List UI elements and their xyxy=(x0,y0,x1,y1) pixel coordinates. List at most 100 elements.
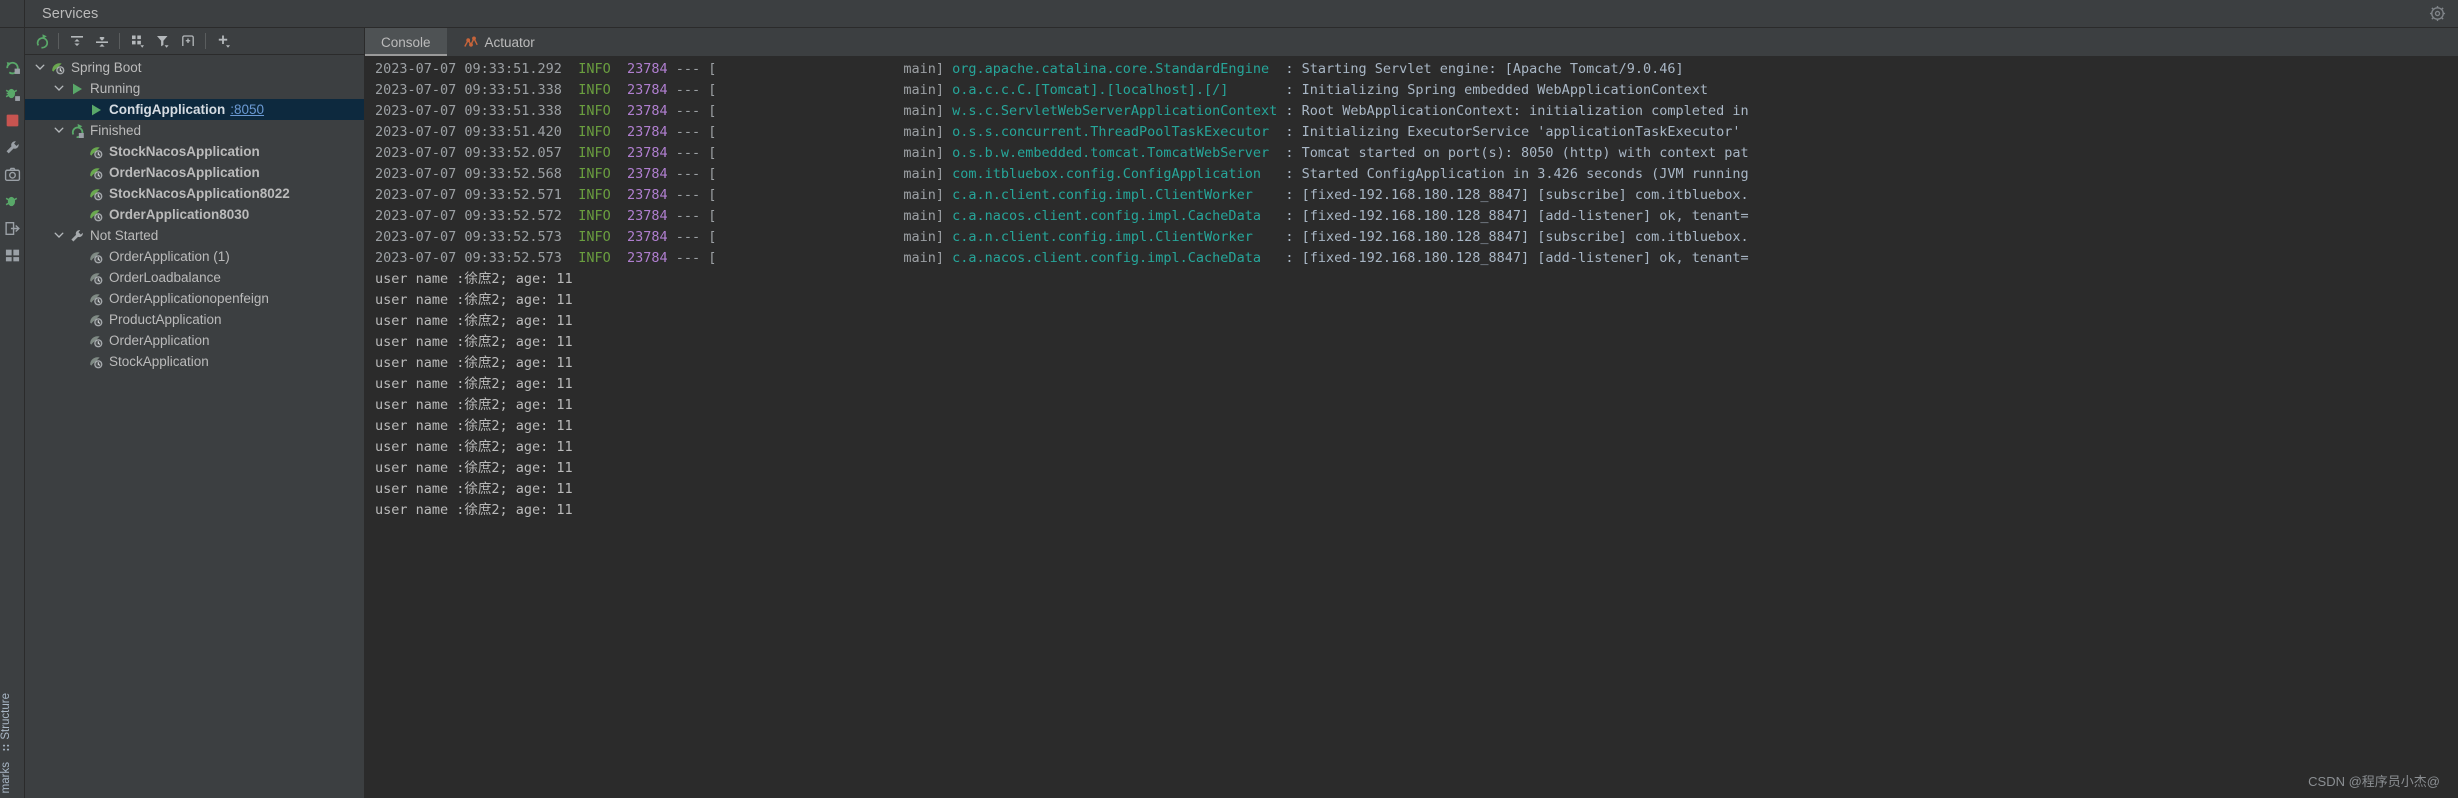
log-logger: w.s.c.ServletWebServerApplicationContext xyxy=(952,103,1286,119)
add-icon[interactable] xyxy=(211,29,236,53)
log-thread: main] xyxy=(716,61,953,77)
log-separator: --- [ xyxy=(675,103,717,119)
log-separator: --- [ xyxy=(675,229,717,245)
tab-actuator[interactable]: Actuator xyxy=(447,28,551,56)
log-plain-text: user name :徐庶2; age: 11 xyxy=(375,292,573,308)
toolbar-separator xyxy=(58,33,59,49)
structure-tool-button[interactable]: Structure xyxy=(0,688,12,757)
console-log-view[interactable]: 2023-07-07 09:33:51.292 INFO 23784 --- [… xyxy=(365,57,2458,798)
tree-row[interactable]: Spring Boot xyxy=(25,57,364,78)
log-timestamp: 2023-07-07 09:33:52.568 xyxy=(375,166,579,182)
tree-row-label: ProductApplication xyxy=(109,311,222,327)
log-separator: --- [ xyxy=(675,208,717,224)
filter-icon[interactable] xyxy=(150,29,175,53)
expand-all-icon[interactable] xyxy=(64,29,89,53)
spring-boot-grey-icon xyxy=(88,249,104,265)
log-timestamp: 2023-07-07 09:33:51.420 xyxy=(375,124,579,140)
spring-boot-icon xyxy=(88,186,104,202)
toolbar-separator-2 xyxy=(119,33,120,49)
bookmarks-label: marks xyxy=(0,761,12,793)
log-logger: org.apache.catalina.core.StandardEngine xyxy=(952,61,1286,77)
log-level: INFO xyxy=(578,229,619,245)
tree-row[interactable]: Finished xyxy=(25,120,364,141)
log-line: 2023-07-07 09:33:51.292 INFO 23784 --- [… xyxy=(365,59,2458,80)
run-rerun-icon[interactable] xyxy=(4,58,21,75)
tree-row[interactable]: StockApplication xyxy=(25,351,364,372)
export-icon[interactable] xyxy=(4,220,21,237)
actuator-chart-icon xyxy=(463,35,478,50)
log-pid: 23784 xyxy=(618,124,676,140)
bookmarks-tool-button[interactable]: marks xyxy=(0,757,12,798)
tree-row-label: OrderNacosApplication xyxy=(109,164,260,180)
log-line: user name :徐庶2; age: 11 xyxy=(365,269,2458,290)
stop-icon[interactable] xyxy=(4,112,21,129)
tree-row[interactable]: OrderApplication xyxy=(25,330,364,351)
tree-row[interactable]: OrderNacosApplication xyxy=(25,162,364,183)
log-line: 2023-07-07 09:33:51.420 INFO 23784 --- [… xyxy=(365,122,2458,143)
run-green-triangle-icon xyxy=(69,81,85,97)
log-pid: 23784 xyxy=(618,145,676,161)
tree-row[interactable]: OrderApplication (1) xyxy=(25,246,364,267)
tree-row[interactable]: StockNacosApplication8022 xyxy=(25,183,364,204)
build-wrench-icon[interactable] xyxy=(4,139,21,156)
tree-row[interactable]: OrderApplication8030 xyxy=(25,204,364,225)
log-separator: --- [ xyxy=(675,187,717,203)
log-logger: o.s.b.w.embedded.tomcat.TomcatWebServer xyxy=(952,145,1286,161)
tree-row-port-link[interactable]: :8050 xyxy=(230,102,264,117)
tree-row-label: StockNacosApplication xyxy=(109,143,260,159)
chevron-down-icon[interactable] xyxy=(53,82,66,95)
tree-row[interactable]: StockNacosApplication xyxy=(25,141,364,162)
log-pid: 23784 xyxy=(618,61,676,77)
log-level: INFO xyxy=(578,61,619,77)
rerun-icon[interactable] xyxy=(28,29,53,53)
log-timestamp: 2023-07-07 09:33:52.057 xyxy=(375,145,579,161)
titlebar-actions xyxy=(2429,5,2458,22)
tree-row[interactable]: ConfigApplication:8050 xyxy=(25,99,364,120)
layout-icon[interactable] xyxy=(4,247,21,264)
coverage-icon[interactable] xyxy=(4,193,21,210)
log-message: : [fixed-192.168.180.128_8847] [subscrib… xyxy=(1285,229,1749,245)
spring-boot-grey-icon xyxy=(88,270,104,286)
tree-row[interactable]: ProductApplication xyxy=(25,309,364,330)
page-title: Services xyxy=(42,5,99,22)
left-strip-labels: Structure marks xyxy=(0,688,25,798)
spring-boot-grey-icon xyxy=(88,333,104,349)
show-in-new-tab-icon[interactable] xyxy=(175,29,200,53)
tree-row[interactable]: Not Started xyxy=(25,225,364,246)
log-plain-text: user name :徐庶2; age: 11 xyxy=(375,313,573,329)
log-message: : Initializing ExecutorService 'applicat… xyxy=(1285,124,1741,140)
gear-icon[interactable] xyxy=(2429,5,2446,22)
log-thread: main] xyxy=(716,187,953,203)
log-timestamp: 2023-07-07 09:33:51.338 xyxy=(375,82,579,98)
services-tree[interactable]: Spring Boot Running ConfigApplication:8050… xyxy=(25,55,364,798)
log-thread: main] xyxy=(716,229,953,245)
group-by-icon[interactable] xyxy=(125,29,150,53)
wrench-icon xyxy=(69,228,85,244)
log-separator: --- [ xyxy=(675,145,717,161)
log-pid: 23784 xyxy=(618,82,676,98)
log-level: INFO xyxy=(578,124,619,140)
log-line: user name :徐庶2; age: 11 xyxy=(365,290,2458,311)
structure-label: Structure xyxy=(0,693,12,740)
log-line: user name :徐庶2; age: 11 xyxy=(365,374,2458,395)
debug-icon[interactable] xyxy=(4,85,21,102)
tree-row[interactable]: OrderLoadbalance xyxy=(25,267,364,288)
tree-row-label: StockApplication xyxy=(109,353,209,369)
tree-row[interactable]: Running xyxy=(25,78,364,99)
tree-row[interactable]: OrderApplicationopenfeign xyxy=(25,288,364,309)
toolbar-separator-3 xyxy=(205,33,206,49)
chevron-down-icon[interactable] xyxy=(53,229,66,242)
chevron-down-icon[interactable] xyxy=(53,124,66,137)
log-level: INFO xyxy=(578,166,619,182)
log-logger: o.s.s.concurrent.ThreadPoolTaskExecutor xyxy=(952,124,1286,140)
log-line: 2023-07-07 09:33:52.572 INFO 23784 --- [… xyxy=(365,206,2458,227)
chevron-down-icon[interactable] xyxy=(34,61,47,74)
log-line: 2023-07-07 09:33:52.571 INFO 23784 --- [… xyxy=(365,185,2458,206)
tab-console[interactable]: Console xyxy=(365,28,447,56)
camera-icon[interactable] xyxy=(4,166,21,183)
spring-boot-icon xyxy=(50,60,66,76)
log-message: : Root WebApplicationContext: initializa… xyxy=(1285,103,1749,119)
log-timestamp: 2023-07-07 09:33:51.338 xyxy=(375,103,579,119)
log-line: user name :徐庶2; age: 11 xyxy=(365,395,2458,416)
collapse-all-icon[interactable] xyxy=(89,29,114,53)
